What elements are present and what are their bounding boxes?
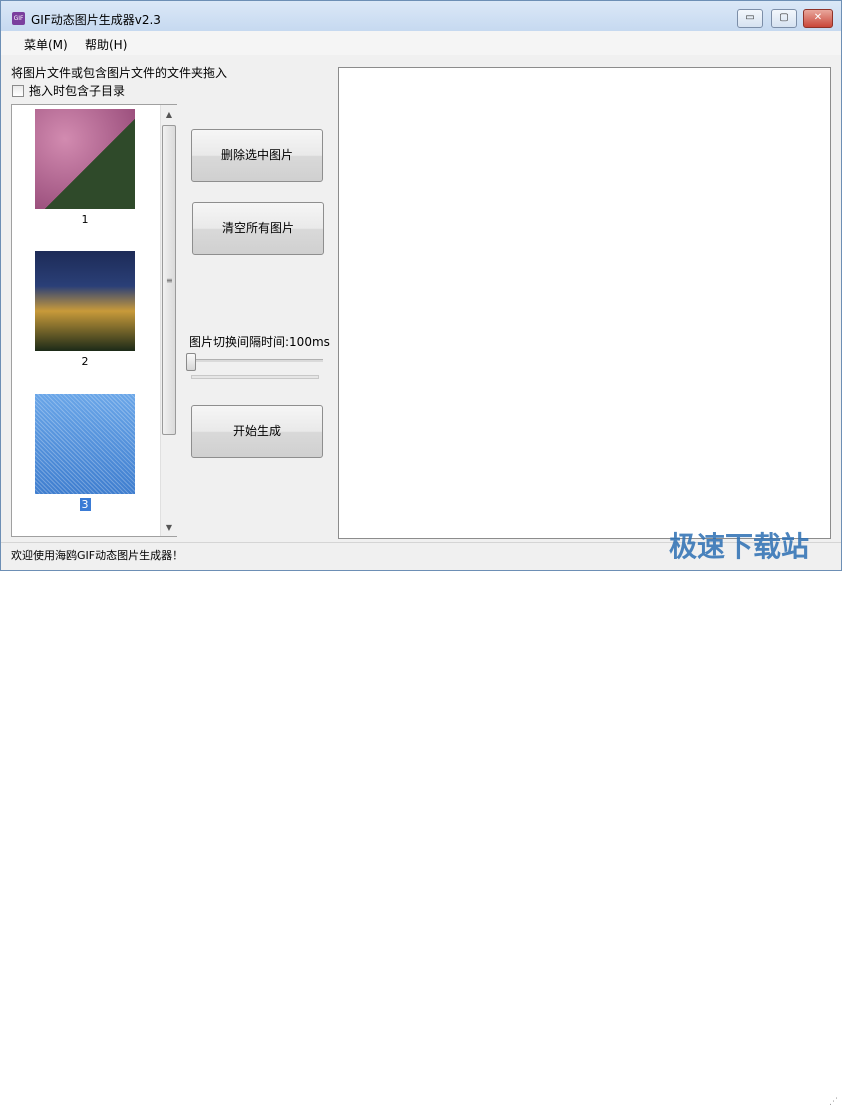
resize-grip-icon[interactable]: ⋰ (829, 1097, 838, 1107)
window-title: GIF动态图片生成器v2.3 (31, 13, 161, 27)
minimize-button[interactable]: ▭ (737, 9, 763, 28)
include-subdirs-checkbox[interactable] (12, 84, 24, 97)
close-button[interactable]: ✕ (803, 9, 833, 28)
status-text: 欢迎使用海鸥GIF动态图片生成器！ (11, 549, 184, 562)
image-item[interactable]: 2 (35, 251, 135, 368)
include-subdirs-option[interactable]: 拖入时包含子目录 (12, 82, 125, 99)
image-thumbnail[interactable] (35, 251, 135, 351)
interval-caption: 图片切换间隔时间: (189, 335, 290, 349)
app-icon: GIF (12, 12, 25, 25)
delete-selected-button[interactable]: 删除选中图片 (191, 129, 323, 182)
image-label: 2 (81, 355, 89, 368)
image-list[interactable]: 1 2 3 ▲ ≡ ▼ (11, 104, 177, 537)
interval-value: 100ms (289, 335, 330, 349)
interval-label: 图片切换间隔时间:100ms (189, 333, 330, 350)
clear-all-button[interactable]: 清空所有图片 (192, 202, 324, 255)
interval-slider-thumb[interactable] (186, 353, 196, 371)
start-generate-button[interactable]: 开始生成 (191, 405, 323, 458)
maximize-button[interactable]: ▢ (771, 9, 797, 28)
app-window: GIF GIF动态图片生成器v2.3 ▭ ▢ ✕ 菜单(M) 帮助(H) 将图片… (0, 0, 842, 1107)
scroll-up-icon[interactable]: ▲ (161, 107, 177, 123)
image-thumbnail[interactable] (35, 394, 135, 494)
menu-main[interactable]: 菜单(M) (24, 36, 68, 53)
menu-help[interactable]: 帮助(H) (85, 36, 127, 53)
image-item-selected[interactable]: 3 (35, 394, 135, 511)
scroll-down-icon[interactable]: ▼ (161, 520, 177, 536)
menu-bar: 菜单(M) 帮助(H) (1, 31, 841, 55)
interval-slider-track[interactable] (191, 359, 323, 362)
include-subdirs-label: 拖入时包含子目录 (29, 84, 126, 98)
image-thumbnail[interactable] (35, 109, 135, 209)
watermark-logo: 极速下载站 (669, 530, 810, 563)
grip-icon: ≡ (166, 276, 173, 285)
interval-slider-base (191, 375, 319, 379)
vertical-scrollbar[interactable]: ▲ ≡ ▼ (160, 105, 177, 536)
scroll-thumb[interactable]: ≡ (162, 125, 176, 435)
preview-area (338, 67, 831, 539)
title-bar[interactable]: GIF GIF动态图片生成器v2.3 ▭ ▢ ✕ (1, 1, 841, 31)
image-item[interactable]: 1 (35, 109, 135, 226)
image-label: 1 (81, 213, 89, 226)
image-label: 3 (79, 498, 91, 511)
drop-hint: 将图片文件或包含图片文件的文件夹拖入 (11, 66, 228, 80)
